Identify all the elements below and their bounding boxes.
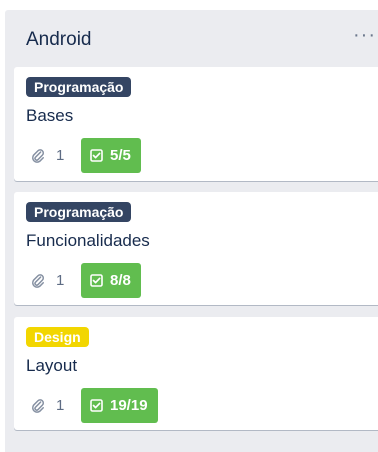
card-label[interactable]: Design <box>26 327 89 347</box>
checklist-icon <box>90 149 103 162</box>
checklist-badge: 8/8 <box>81 263 141 298</box>
card-label[interactable]: Programação <box>26 202 132 222</box>
list-menu-ellipsis-icon[interactable]: ··· <box>353 24 376 47</box>
list-title[interactable]: Android <box>26 29 92 51</box>
card-funcionalidades[interactable]: Programação Funcionalidades 1 8/8 <box>14 192 378 305</box>
checklist-badge: 19/19 <box>81 388 158 423</box>
checklist-count: 5/5 <box>110 147 131 164</box>
card-title: Funcionalidades <box>26 231 150 250</box>
attachment-count: 1 <box>56 397 65 414</box>
card-layout[interactable]: Design Layout 1 19/19 <box>14 317 378 430</box>
attachment-count: 1 <box>56 272 65 289</box>
attachment-count: 1 <box>56 147 65 164</box>
checklist-badge: 5/5 <box>81 138 141 173</box>
checklist-count: 19/19 <box>110 397 148 414</box>
checklist-icon <box>90 399 103 412</box>
list-header: Android ··· <box>5 10 378 66</box>
checklist-icon <box>90 274 103 287</box>
list-android: Android ··· Programação Bases 1 5/5 Prog… <box>5 10 378 452</box>
paperclip-icon <box>32 399 45 413</box>
checklist-count: 8/8 <box>110 272 131 289</box>
card-bases[interactable]: Programação Bases 1 5/5 <box>14 67 378 181</box>
card-label[interactable]: Programação <box>26 77 132 97</box>
paperclip-icon <box>32 149 45 163</box>
card-title: Layout <box>26 356 78 375</box>
paperclip-icon <box>32 274 45 288</box>
card-title: Bases <box>26 106 74 125</box>
